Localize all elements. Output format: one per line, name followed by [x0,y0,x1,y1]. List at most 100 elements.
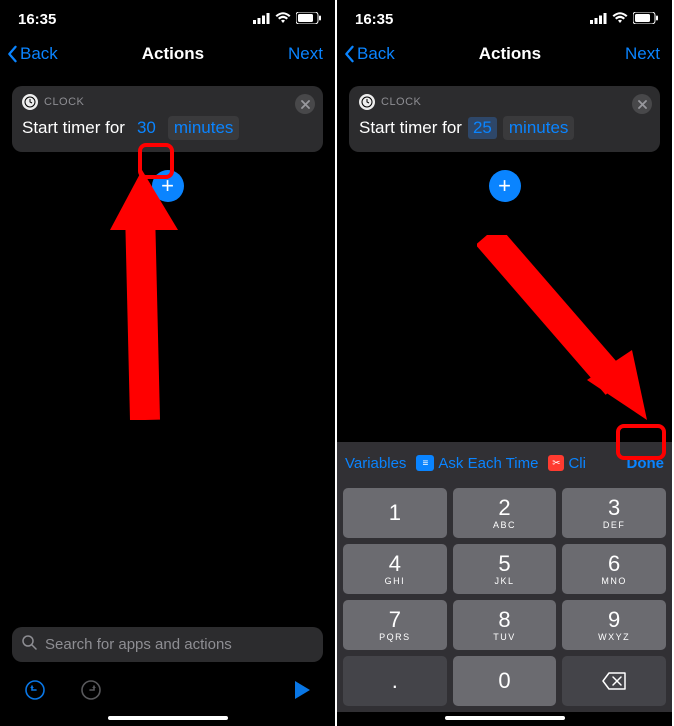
home-indicator[interactable] [445,716,565,720]
annotation-arrow [90,170,210,420]
page-title: Actions [142,44,204,64]
add-action-button[interactable]: + [152,170,184,202]
page-title: Actions [479,44,541,64]
add-action-button[interactable]: + [489,170,521,202]
chevron-left-icon [6,45,18,63]
key-digit: 7 [389,609,401,631]
duration-value-field[interactable]: 25 [468,117,497,139]
backspace-icon [602,672,626,690]
next-button[interactable]: Next [288,44,323,64]
action-text: Start timer for [359,118,462,138]
scissors-icon: ✂ [548,455,564,471]
key-9[interactable]: 9WXYZ [562,600,666,650]
key-6[interactable]: 6MNO [562,544,666,594]
duration-unit-field[interactable]: minutes [168,116,240,140]
key-digit: 1 [389,502,401,524]
redo-icon [80,679,102,701]
signal-icon [590,11,607,28]
search-icon [22,635,37,654]
key-decimal[interactable]: . [343,656,447,706]
key-4[interactable]: 4GHI [343,544,447,594]
status-icons [253,11,321,28]
clock-icon [359,94,375,110]
undo-icon [24,679,46,701]
key-sublabel: GHI [385,576,406,586]
chevron-left-icon [343,45,355,63]
numeric-keypad: 12ABC3DEF4GHI5JKL6MNO7PQRS8TUV9WXYZ.0 [337,484,672,712]
duration-unit-field[interactable]: minutes [503,116,575,140]
done-button[interactable]: Done [627,455,665,472]
key-sublabel: WXYZ [598,632,630,642]
back-label: Back [20,44,58,64]
plus-icon: + [161,175,174,197]
key-sublabel: PQRS [379,632,411,642]
next-button[interactable]: Next [625,44,660,64]
duration-value-field[interactable]: 30 [131,116,162,140]
back-button[interactable]: Back [343,44,395,64]
key-5[interactable]: 5JKL [453,544,557,594]
remove-action-button[interactable] [632,94,652,114]
status-bar: 16:35 [337,0,672,34]
status-icons [590,11,658,28]
key-sublabel: TUV [493,632,516,642]
close-icon [638,100,647,109]
app-name: CLOCK [381,96,421,108]
clipboard-button[interactable]: ✂ Cli [548,455,586,472]
search-placeholder: Search for apps and actions [45,636,232,653]
status-time: 16:35 [355,11,393,28]
clock-icon [22,94,38,110]
signal-icon [253,11,270,28]
undo-button[interactable] [24,679,46,706]
battery-icon [633,11,658,28]
back-label: Back [357,44,395,64]
run-button[interactable] [293,680,311,705]
key-7[interactable]: 7PQRS [343,600,447,650]
key-1[interactable]: 1 [343,488,447,538]
app-name: CLOCK [44,96,84,108]
key-digit: 9 [608,609,620,631]
wifi-icon [612,11,628,28]
key-backspace[interactable] [562,656,666,706]
chat-icon: ≡ [416,455,434,471]
action-card: CLOCK Start timer for 30 minutes [12,86,323,152]
key-digit: 2 [498,497,510,519]
keyboard-accessory-bar: Variables ≡ Ask Each Time ✂ Cli Done [337,442,672,484]
status-bar: 16:35 [0,0,335,34]
key-digit: 0 [498,670,510,692]
key-8[interactable]: 8TUV [453,600,557,650]
variables-button[interactable]: Variables [345,455,406,472]
home-indicator[interactable] [108,716,228,720]
action-text: Start timer for [22,118,125,138]
plus-icon: + [498,175,511,197]
key-sublabel: ABC [493,520,516,530]
key-3[interactable]: 3DEF [562,488,666,538]
nav-bar: Back Actions Next [337,34,672,76]
key-sublabel: JKL [494,576,514,586]
play-icon [293,680,311,700]
key-sublabel: DEF [603,520,626,530]
ask-label: Ask Each Time [438,455,538,472]
key-digit: 5 [498,553,510,575]
bottom-toolbar [0,670,335,712]
screenshot-left: 16:35 Back Actions Next CLOCK [0,0,337,726]
key-sublabel: MNO [601,576,627,586]
key-0[interactable]: 0 [453,656,557,706]
clipboard-label: Cli [568,455,586,472]
close-icon [301,100,310,109]
key-digit: 3 [608,497,620,519]
key-digit: 8 [498,609,510,631]
key-digit: 4 [389,553,401,575]
action-card: CLOCK Start timer for 25 minutes [349,86,660,152]
key-digit: 6 [608,553,620,575]
back-button[interactable]: Back [6,44,58,64]
redo-button[interactable] [80,679,102,706]
remove-action-button[interactable] [295,94,315,114]
ask-each-time-button[interactable]: ≡ Ask Each Time [416,455,538,472]
search-input[interactable]: Search for apps and actions [12,627,323,662]
nav-bar: Back Actions Next [0,34,335,76]
key-2[interactable]: 2ABC [453,488,557,538]
battery-icon [296,11,321,28]
status-time: 16:35 [18,11,56,28]
key-digit: . [392,670,398,692]
screenshot-right: 16:35 Back Actions Next CLOCK [337,0,674,726]
